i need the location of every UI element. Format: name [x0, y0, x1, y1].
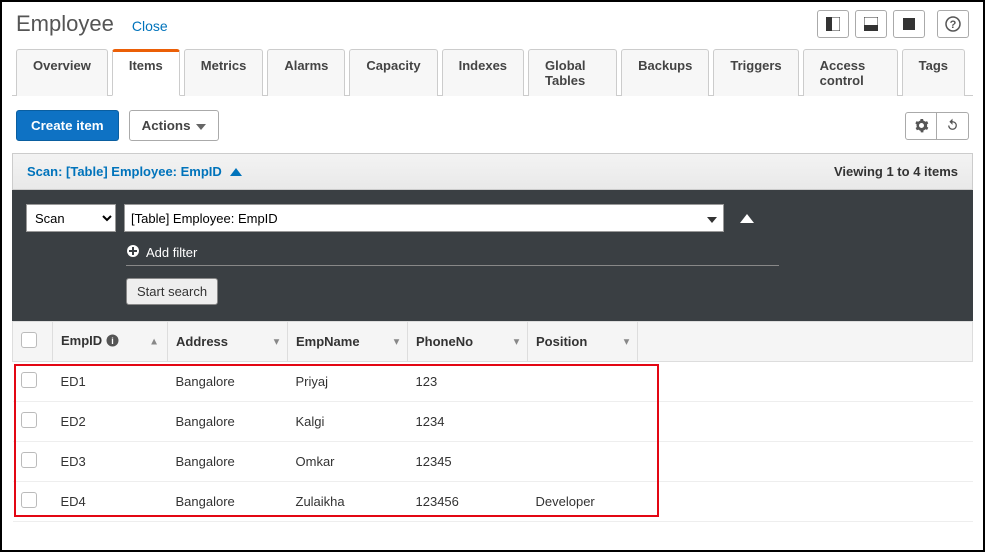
layout-icon-3[interactable]	[893, 10, 925, 38]
tab-backups[interactable]: Backups	[621, 49, 709, 96]
select-all-checkbox[interactable]	[21, 332, 37, 348]
cell-position	[528, 442, 638, 482]
table-key-select[interactable]: [Table] Employee: EmpID	[124, 204, 724, 232]
sort-asc-icon: ▲	[149, 336, 159, 347]
tab-global-tables[interactable]: Global Tables	[528, 49, 617, 96]
info-icon: i	[106, 334, 119, 350]
scan-type-select[interactable]: Scan	[26, 204, 116, 232]
cell-position	[528, 362, 638, 402]
tab-alarms[interactable]: Alarms	[267, 49, 345, 96]
cell-spacer	[638, 362, 973, 402]
row-checkbox[interactable]	[21, 372, 37, 388]
page-title: Employee	[16, 11, 114, 37]
layout-icon-1[interactable]	[817, 10, 849, 38]
tab-triggers[interactable]: Triggers	[713, 49, 798, 96]
chevron-down-icon	[196, 118, 206, 133]
cell-spacer	[638, 482, 973, 522]
table-row: ED3BangaloreOmkar12345	[13, 442, 973, 482]
cell-empname: Zulaikha	[288, 482, 408, 522]
actions-label: Actions	[142, 118, 191, 133]
cell-position	[528, 402, 638, 442]
sort-icon: ▾	[394, 336, 399, 347]
table-key-value: [Table] Employee: EmpID	[131, 211, 278, 226]
cell-spacer	[638, 442, 973, 482]
cell-address: Bangalore	[168, 362, 288, 402]
cell-empname: Kalgi	[288, 402, 408, 442]
plus-icon	[126, 244, 140, 261]
refresh-icon[interactable]	[937, 112, 969, 140]
sort-icon: ▾	[514, 336, 519, 347]
tabs: OverviewItemsMetricsAlarmsCapacityIndexe…	[12, 48, 973, 96]
create-item-button[interactable]: Create item	[16, 110, 119, 141]
start-search-button[interactable]: Start search	[126, 278, 218, 305]
tab-capacity[interactable]: Capacity	[349, 49, 437, 96]
actions-dropdown[interactable]: Actions	[129, 110, 220, 141]
cell-empid[interactable]: ED4	[53, 482, 168, 522]
column-header-phoneno[interactable]: PhoneNo▾	[408, 322, 528, 362]
row-checkbox[interactable]	[21, 492, 37, 508]
row-checkbox[interactable]	[21, 452, 37, 468]
table-row: ED1BangalorePriyaj123	[13, 362, 973, 402]
cell-phoneno: 123456	[408, 482, 528, 522]
close-link[interactable]: Close	[132, 18, 168, 34]
help-icon[interactable]: ?	[937, 10, 969, 38]
cell-empname: Priyaj	[288, 362, 408, 402]
sort-icon: ▾	[274, 336, 279, 347]
cell-address: Bangalore	[168, 442, 288, 482]
cell-phoneno: 12345	[408, 442, 528, 482]
viewing-count: Viewing 1 to 4 items	[834, 164, 958, 179]
cell-address: Bangalore	[168, 402, 288, 442]
tab-indexes[interactable]: Indexes	[442, 49, 524, 96]
add-filter-label: Add filter	[146, 245, 197, 260]
add-filter-button[interactable]: Add filter	[126, 244, 959, 261]
layout-icon-2[interactable]	[855, 10, 887, 38]
collapse-icon[interactable]	[732, 204, 762, 232]
items-table: EmpID i▲Address▾EmpName▾PhoneNo▾Position…	[12, 321, 973, 522]
column-header-empname[interactable]: EmpName▾	[288, 322, 408, 362]
row-checkbox[interactable]	[21, 412, 37, 428]
cell-address: Bangalore	[168, 482, 288, 522]
tab-access-control[interactable]: Access control	[803, 49, 898, 96]
cell-empname: Omkar	[288, 442, 408, 482]
scan-summary-label[interactable]: Scan: [Table] Employee: EmpID	[27, 164, 222, 179]
tab-tags[interactable]: Tags	[902, 49, 965, 96]
svg-text:?: ?	[950, 19, 957, 31]
cell-phoneno: 1234	[408, 402, 528, 442]
cell-empid[interactable]: ED3	[53, 442, 168, 482]
chevron-down-icon	[707, 211, 717, 226]
column-header-position[interactable]: Position▾	[528, 322, 638, 362]
column-spacer	[638, 322, 973, 362]
column-header-empid[interactable]: EmpID i▲	[53, 322, 168, 362]
tab-items[interactable]: Items	[112, 49, 180, 96]
cell-empid[interactable]: ED1	[53, 362, 168, 402]
cell-spacer	[638, 402, 973, 442]
divider	[126, 265, 779, 266]
cell-phoneno: 123	[408, 362, 528, 402]
table-row: ED2BangaloreKalgi1234	[13, 402, 973, 442]
column-header-address[interactable]: Address▾	[168, 322, 288, 362]
svg-text:i: i	[111, 336, 114, 346]
cell-position: Developer	[528, 482, 638, 522]
settings-icon[interactable]	[905, 112, 937, 140]
tab-metrics[interactable]: Metrics	[184, 49, 264, 96]
table-row: ED4BangaloreZulaikha123456Developer	[13, 482, 973, 522]
tab-overview[interactable]: Overview	[16, 49, 108, 96]
cell-empid[interactable]: ED2	[53, 402, 168, 442]
sort-icon: ▾	[624, 336, 629, 347]
chevron-up-icon[interactable]	[230, 164, 242, 179]
